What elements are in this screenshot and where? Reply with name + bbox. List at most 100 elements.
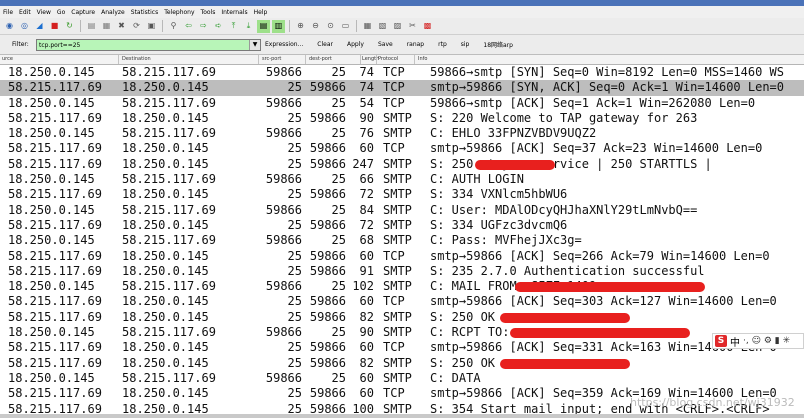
print-icon[interactable]: ▣: [145, 20, 158, 33]
menu-item-file[interactable]: File: [0, 9, 16, 16]
packet-row[interactable]: 58.215.117.69 18.250.0.145 25 59866 60 TCP smt…: [0, 294, 804, 309]
resize-columns-icon[interactable]: ▭: [339, 20, 352, 33]
dest-port-cell: 59866: [309, 294, 346, 309]
column-header-dest-port[interactable]: dest-port: [309, 56, 332, 62]
column-divider[interactable]: [305, 55, 306, 64]
column-divider[interactable]: [118, 55, 119, 64]
clear-button[interactable]: Clear: [317, 41, 333, 48]
packet-row[interactable]: 58.215.117.69 18.250.0.145 25 59866 82 SMTP S:…: [0, 310, 804, 325]
close-icon[interactable]: ✖: [115, 20, 128, 33]
src-port-cell: 25: [287, 110, 302, 125]
column-header-destination[interactable]: Destination: [122, 56, 151, 62]
menu-item-statistics[interactable]: Statistics: [128, 9, 161, 16]
packet-row[interactable]: 18.250.0.145 58.215.117.69 59866 25 84 SMTP C:…: [0, 203, 804, 218]
packet-row[interactable]: 18.250.0.145 58.215.117.69 59866 25 74 TCP 598…: [0, 65, 804, 80]
horizontal-scrollbar[interactable]: [0, 414, 804, 418]
column-header-info[interactable]: Info: [418, 56, 427, 62]
packet-row[interactable]: 58.215.117.69 18.250.0.145 25 59866 74 TCP smt…: [0, 80, 804, 96]
capture-filter-icon[interactable]: ▦: [361, 20, 374, 33]
menu-item-tools[interactable]: Tools: [198, 9, 219, 16]
back-icon[interactable]: ⇦: [182, 20, 195, 33]
menu-item-telephony[interactable]: Telephony: [161, 9, 197, 16]
column-header-source[interactable]: urce: [2, 56, 13, 62]
ranap-filter-button[interactable]: ranap: [407, 41, 424, 48]
menu-item-edit[interactable]: Edit: [16, 9, 34, 16]
column-divider[interactable]: [360, 55, 361, 64]
sip-filter-button[interactable]: sip: [461, 41, 470, 48]
menu-item-help[interactable]: Help: [251, 9, 271, 16]
custom-filter-button[interactable]: 18网络arp: [483, 40, 513, 49]
length-cell: 247: [352, 156, 374, 171]
info-cell: C: User: MDAlODcyQHJhaXNlY29tLmNvbQ==: [430, 202, 698, 217]
length-cell: 82: [359, 309, 374, 324]
dest-port-cell: 25: [331, 202, 346, 217]
column-divider[interactable]: [258, 55, 259, 64]
display-filter-icon[interactable]: ▧: [376, 20, 389, 33]
help-icon[interactable]: ▩: [421, 20, 434, 33]
packet-row[interactable]: 58.215.117.69 18.250.0.145 25 59866 72 SMTP S:…: [0, 187, 804, 202]
packet-row[interactable]: 58.215.117.69 18.250.0.145 25 59866 60 TCP smt…: [0, 141, 804, 156]
colorize-icon[interactable]: ▤: [257, 19, 270, 33]
packet-row[interactable]: 18.250.0.145 58.215.117.69 59866 25 54 TCP 598…: [0, 96, 804, 111]
apply-button[interactable]: Apply: [347, 41, 364, 48]
forward-icon[interactable]: ⇨: [197, 20, 210, 33]
filter-dropdown-icon[interactable]: ▼: [249, 39, 260, 50]
interface-icon[interactable]: ◉: [3, 20, 16, 33]
column-header-src-port[interactable]: src-port: [262, 56, 281, 62]
dest-port-cell: 25: [331, 325, 346, 340]
packet-row[interactable]: 18.250.0.145 58.215.117.69 59866 25 66 SMTP C:…: [0, 172, 804, 187]
ime-language-toggle[interactable]: 中: [730, 334, 740, 349]
packet-row[interactable]: 58.215.117.69 18.250.0.145 25 59866 60 TCP smt…: [0, 340, 804, 355]
packet-row[interactable]: 18.250.0.145 58.215.117.69 59866 25 68 SMTP C:…: [0, 233, 804, 248]
ime-extra-icons[interactable]: ·, ☺ ⚙ ▮ ✳: [743, 336, 790, 346]
packet-list-header: urce Destination src-port dest-port Leng…: [0, 55, 804, 65]
options-icon[interactable]: ◎: [18, 20, 31, 33]
column-divider[interactable]: [376, 55, 377, 64]
zoom-reset-icon[interactable]: ⊙: [324, 20, 337, 33]
info-cell: C: DATA: [430, 370, 481, 385]
save-icon[interactable]: ▦: [100, 20, 113, 33]
packet-row[interactable]: 18.250.0.145 58.215.117.69 59866 25 90 SMTP C:…: [0, 325, 804, 340]
dest-port-cell: 25: [331, 126, 346, 141]
zoom-in-icon[interactable]: ⊕: [294, 20, 307, 33]
menu-item-analyze[interactable]: Analyze: [98, 9, 128, 16]
packet-row[interactable]: 58.215.117.69 18.250.0.145 25 59866 247 SMTP S…: [0, 157, 804, 172]
menu-item-internals[interactable]: Internals: [218, 9, 250, 16]
packet-row[interactable]: 18.250.0.145 58.215.117.69 59866 25 102 SMTP C…: [0, 279, 804, 294]
coloring-rules-icon[interactable]: ▨: [391, 20, 404, 33]
packet-row[interactable]: 18.250.0.145 58.215.117.69 59866 25 76 SMTP C:…: [0, 126, 804, 141]
reload-icon[interactable]: ⟳: [130, 20, 143, 33]
info-cell: 59866→smtp [ACK] Seq=1 Ack=1 Win=262080 …: [430, 95, 756, 110]
packet-row[interactable]: 58.215.117.69 18.250.0.145 25 59866 82 SMTP S:…: [0, 356, 804, 371]
packet-row[interactable]: 58.215.117.69 18.250.0.145 25 59866 60 TCP smt…: [0, 249, 804, 264]
prefs-icon[interactable]: ✂: [406, 20, 419, 33]
rtp-filter-button[interactable]: rtp: [438, 41, 447, 48]
open-icon[interactable]: ▤: [85, 20, 98, 33]
column-divider[interactable]: [414, 55, 415, 64]
packet-list[interactable]: 18.250.0.145 58.215.117.69 59866 25 74 TCP 598…: [0, 65, 804, 415]
start-icon[interactable]: ◢: [33, 20, 46, 33]
src-port-cell: 59866: [265, 126, 302, 141]
menu-item-capture[interactable]: Capture: [68, 9, 98, 16]
protocol-cell: SMTP: [383, 156, 412, 171]
find-icon[interactable]: ⚲: [167, 20, 180, 33]
menu-item-view[interactable]: View: [34, 9, 54, 16]
first-icon[interactable]: ⤒: [227, 20, 240, 33]
filter-input[interactable]: tcp.port==25 ▼: [36, 38, 261, 51]
goto-icon[interactable]: ➪: [212, 20, 225, 33]
save-filter-button[interactable]: Save: [378, 41, 393, 48]
last-icon[interactable]: ⤓: [242, 20, 255, 33]
packet-row[interactable]: 58.215.117.69 18.250.0.145 25 59866 91 SMTP S:…: [0, 264, 804, 279]
column-header-protocol[interactable]: Protocol: [378, 56, 398, 62]
packet-row[interactable]: 58.215.117.69 18.250.0.145 25 59866 90 SMTP S:…: [0, 111, 804, 126]
zoom-out-icon[interactable]: ⊖: [309, 20, 322, 33]
ime-toolbar[interactable]: S 中 ·, ☺ ⚙ ▮ ✳: [712, 333, 804, 349]
restart-icon[interactable]: ↻: [63, 20, 76, 33]
autoscroll-icon[interactable]: ▥: [272, 19, 285, 33]
dest-port-cell: 59866: [309, 110, 346, 125]
packet-row[interactable]: 18.250.0.145 58.215.117.69 59866 25 60 SMTP C:…: [0, 371, 804, 386]
stop-icon[interactable]: ■: [48, 20, 61, 33]
menu-item-go[interactable]: Go: [54, 9, 68, 16]
expression-button[interactable]: Expression...: [265, 41, 303, 48]
packet-row[interactable]: 58.215.117.69 18.250.0.145 25 59866 72 SMTP S:…: [0, 218, 804, 233]
